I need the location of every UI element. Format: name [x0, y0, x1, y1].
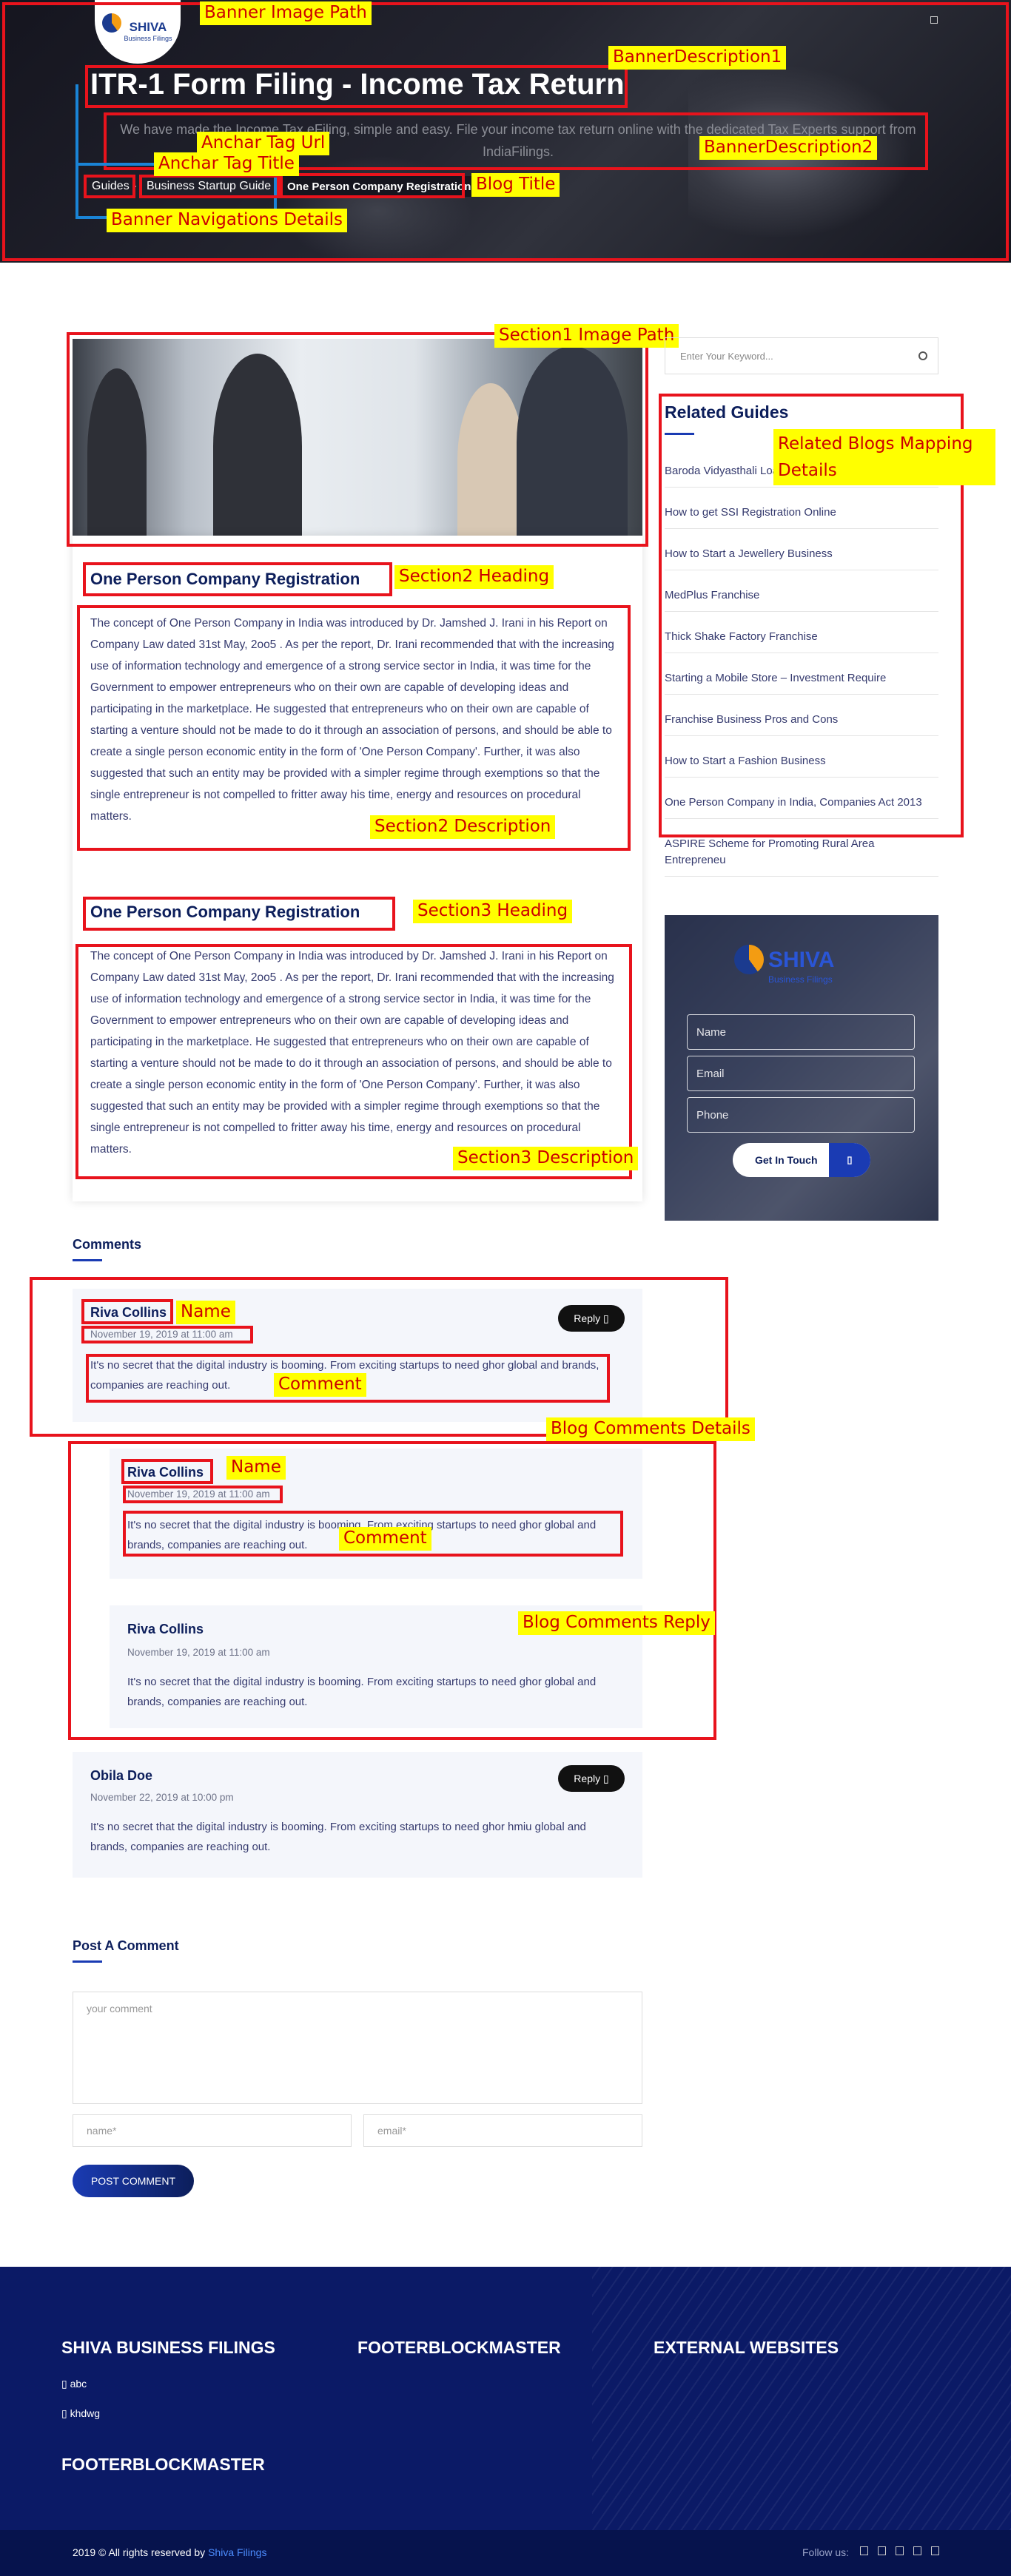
name-input[interactable]: name* — [73, 2114, 352, 2147]
annotation-box-section3-desc — [75, 944, 632, 1179]
footer-col1-title: SHIVA BUSINESS FILINGS — [61, 2338, 275, 2357]
comment-date: November 22, 2019 at 10:00 pm — [90, 1792, 234, 1803]
annotation-box-section1-image — [67, 332, 648, 547]
annotation-box-section2-desc — [77, 605, 631, 851]
promo-logo-icon — [734, 945, 764, 974]
annotation-box-date2 — [123, 1486, 283, 1503]
annotation-section1-image: Section1 Image Path — [494, 324, 679, 348]
get-in-touch-button[interactable]: Get In Touch ▯ — [733, 1143, 870, 1177]
linkedin-icon[interactable] — [896, 2546, 904, 2555]
annotation-related-blogs: Related Blogs Mapping Details — [773, 429, 995, 485]
annotation-blog-comments: Blog Comments Details — [546, 1417, 755, 1441]
instagram-icon[interactable] — [913, 2546, 921, 2555]
annotation-box-name2 — [121, 1459, 213, 1484]
annotation-box-section2-heading — [83, 562, 392, 596]
footer-col2-title: FOOTERBLOCKMASTER — [357, 2338, 561, 2357]
promo-name-field[interactable] — [687, 1014, 915, 1050]
comments-underline — [73, 1259, 102, 1261]
annotation-section3-desc: Section3 Description — [453, 1147, 639, 1170]
annotation-section2-desc: Section2 Description — [370, 815, 556, 839]
post-comment-underline — [73, 1960, 102, 1963]
footer-col4-title: FOOTERBLOCKMASTER — [61, 2455, 265, 2474]
promo-phone-field[interactable] — [687, 1097, 915, 1133]
search-placeholder: Enter Your Keyword... — [680, 350, 773, 362]
annotation-banner-image-path: Banner Image Path — [200, 1, 372, 25]
contact-promo: SHIVA Business Filings Get In Touch ▯ — [665, 915, 938, 1221]
email-input[interactable]: email* — [363, 2114, 642, 2147]
annotation-section2-heading: Section2 Heading — [394, 565, 554, 589]
footer-bottom-bar: 2019 © All rights reserved by Shiva Fili… — [0, 2530, 1011, 2576]
comment-textarea[interactable]: your comment — [73, 1992, 642, 2104]
footer-link-2[interactable]: ▯ khdwg — [61, 2407, 100, 2420]
annotation-box-anchor-url — [139, 175, 280, 198]
comment-author: Obila Doe — [90, 1768, 153, 1783]
post-comment-title: Post A Comment — [73, 1938, 179, 1953]
copyright-link[interactable]: Shiva Filings — [208, 2546, 266, 2558]
copyright-text: 2019 © All rights reserved by Shiva Fili… — [73, 2546, 267, 2558]
twitter-icon[interactable] — [878, 2546, 886, 2555]
annotation-section3-heading: Section3 Heading — [413, 900, 573, 923]
annotation-box-name1 — [81, 1299, 173, 1324]
follow-us-label: Follow us: — [802, 2546, 850, 2558]
annotation-box-anchor-title — [84, 175, 135, 198]
annotation-blog-title: Blog Title — [471, 173, 560, 197]
annotation-box-blog-title — [280, 173, 465, 198]
annotation-box-section3-heading — [83, 897, 395, 931]
annotation-comment1: Comment — [274, 1373, 366, 1397]
footer-link-1[interactable]: ▯ abc — [61, 2378, 87, 2390]
annotation-blog-comments-reply: Blog Comments Reply — [518, 1611, 715, 1635]
annotation-name1: Name — [176, 1301, 235, 1324]
annotation-name2: Name — [226, 1456, 286, 1480]
comments-title: Comments — [73, 1237, 142, 1252]
promo-logo-tagline: Business Filings — [768, 974, 833, 985]
annotation-banner-desc1: BannerDescription1 — [608, 46, 787, 70]
annotation-anchor-url: Anchar Tag Url — [197, 132, 330, 155]
annotation-box-desc1 — [85, 65, 628, 108]
annotation-box-date1 — [81, 1326, 253, 1343]
footer-col3-title: EXTERNAL WEBSITES — [654, 2338, 839, 2357]
reply-button[interactable]: Reply ▯ — [558, 1765, 625, 1792]
send-icon: ▯ — [829, 1143, 870, 1177]
search-input[interactable]: Enter Your Keyword... — [665, 337, 938, 374]
footer: SHIVA BUSINESS FILINGS FOOTERBLOCKMASTER… — [0, 2267, 1011, 2530]
search-icon[interactable] — [918, 351, 927, 360]
get-in-touch-label: Get In Touch — [755, 1154, 818, 1166]
comment-text: It's no secret that the digital industry… — [90, 1821, 586, 1853]
related-guide-item[interactable]: ASPIRE Scheme for Promoting Rural Area E… — [665, 836, 938, 877]
promo-email-field[interactable] — [687, 1056, 915, 1091]
annotation-comment2: Comment — [339, 1527, 431, 1551]
annotation-anchor-title: Anchar Tag Title — [154, 152, 299, 176]
annotation-banner-desc2: BannerDescription2 — [699, 136, 878, 160]
promo-logo-name: SHIVA — [768, 948, 835, 972]
footer-pattern — [592, 2267, 1011, 2530]
annotation-banner-nav: Banner Navigations Details — [107, 209, 348, 232]
youtube-icon[interactable] — [931, 2546, 939, 2555]
post-comment-button[interactable]: POST COMMENT — [73, 2165, 194, 2197]
facebook-icon[interactable] — [860, 2546, 868, 2555]
comment-2: Obila Doe November 22, 2019 at 10:00 pm … — [73, 1752, 642, 1878]
